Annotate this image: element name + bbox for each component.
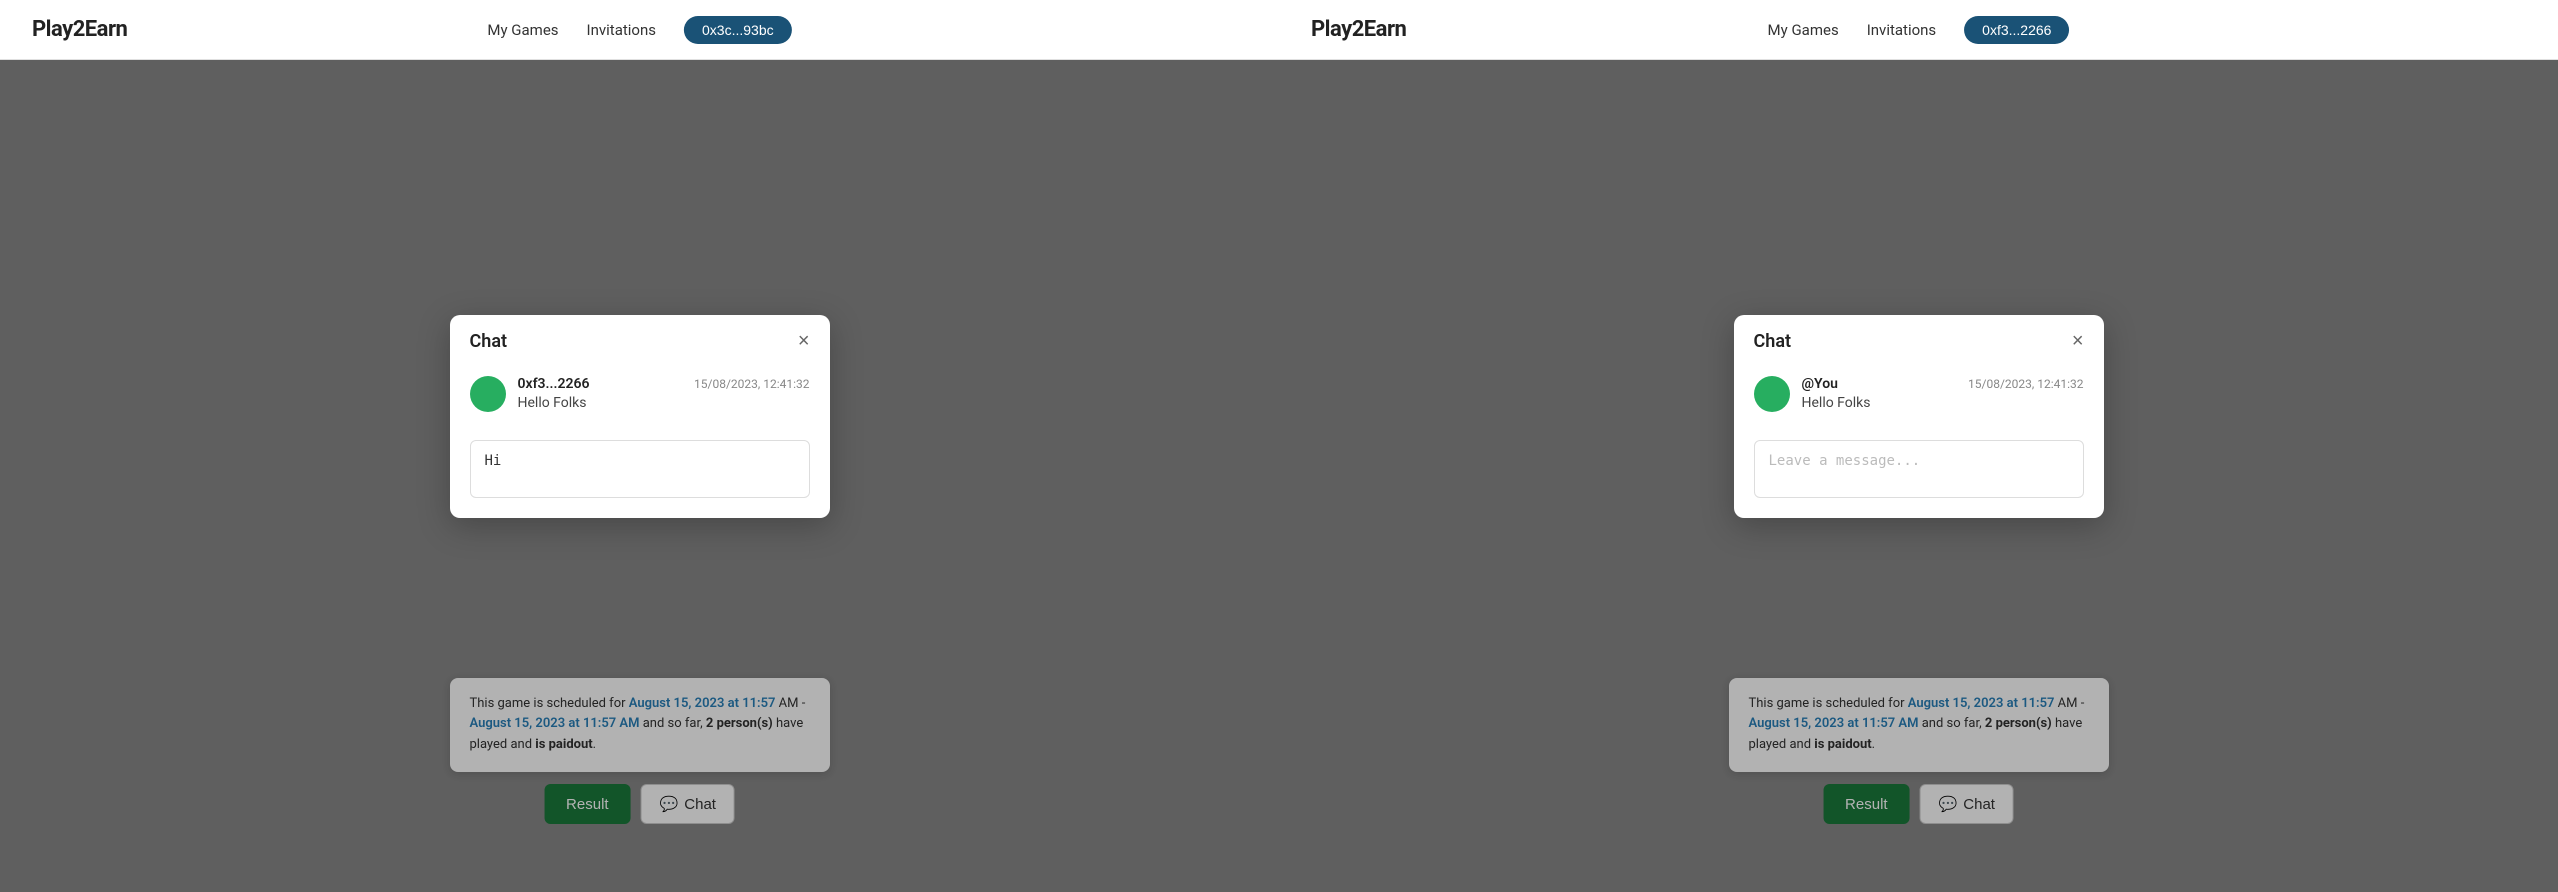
right-message-sender: @You <box>1802 376 1838 392</box>
right-message-text: Hello Folks <box>1802 395 2084 411</box>
left-avatar <box>470 376 506 412</box>
right-modal-title: Chat <box>1754 331 1792 352</box>
left-message-sender: 0xf3...2266 <box>518 376 590 392</box>
left-message-time: 15/08/2023, 12:41:32 <box>694 377 809 391</box>
left-message-meta: 0xf3...2266 15/08/2023, 12:41:32 <box>518 376 810 392</box>
right-wallet-button[interactable]: 0xf3...2266 <box>1964 16 2069 44</box>
left-chat-input[interactable]: Hi <box>470 440 810 498</box>
left-chat-message: 0xf3...2266 15/08/2023, 12:41:32 Hello F… <box>450 364 830 428</box>
left-chat-modal: Chat × 0xf3...2266 15/08/2023, 12:41:32 … <box>450 315 830 518</box>
right-message-time: 15/08/2023, 12:41:32 <box>1968 377 2083 391</box>
left-logo: Play2Earn <box>32 17 127 42</box>
left-nav-invitations[interactable]: Invitations <box>587 21 656 39</box>
left-chat-input-area: Hi <box>450 428 830 518</box>
left-message-text: Hello Folks <box>518 395 810 411</box>
right-message-meta: @You 15/08/2023, 12:41:32 <box>1802 376 2084 392</box>
left-modal-header: Chat × <box>450 315 830 364</box>
left-nav-my-games[interactable]: My Games <box>487 21 558 39</box>
left-modal-overlay: Chat × 0xf3...2266 15/08/2023, 12:41:32 … <box>0 60 1279 892</box>
left-wallet-button[interactable]: 0x3c...93bc <box>684 16 792 44</box>
right-header: Play2Earn My Games Invitations 0xf3...22… <box>1279 0 2558 60</box>
right-avatar <box>1754 376 1790 412</box>
left-message-content: 0xf3...2266 15/08/2023, 12:41:32 Hello F… <box>518 376 810 411</box>
left-modal-title: Chat <box>470 331 508 352</box>
left-panel: Play2Earn My Games Invitations 0x3c...93… <box>0 0 1279 892</box>
right-message-content: @You 15/08/2023, 12:41:32 Hello Folks <box>1802 376 2084 411</box>
right-chat-input-area <box>1734 428 2104 518</box>
right-modal-overlay: Chat × @You 15/08/2023, 12:41:32 Hello F… <box>1279 60 2558 892</box>
right-main: Chat × @You 15/08/2023, 12:41:32 Hello F… <box>1279 60 2558 892</box>
right-nav-invitations[interactable]: Invitations <box>1867 21 1936 39</box>
left-nav: My Games Invitations 0x3c...93bc <box>487 16 791 44</box>
right-panel: Play2Earn My Games Invitations 0xf3...22… <box>1279 0 2558 892</box>
left-main: Chat × 0xf3...2266 15/08/2023, 12:41:32 … <box>0 60 1279 892</box>
right-chat-input[interactable] <box>1754 440 2084 498</box>
left-modal-close-button[interactable]: × <box>798 331 810 351</box>
right-modal-close-button[interactable]: × <box>2072 331 2084 351</box>
left-header: Play2Earn My Games Invitations 0x3c...93… <box>0 0 1279 60</box>
right-nav-my-games[interactable]: My Games <box>1768 21 1839 39</box>
right-modal-header: Chat × <box>1734 315 2104 364</box>
right-logo: Play2Earn <box>1311 17 1406 42</box>
right-nav: My Games Invitations 0xf3...2266 <box>1768 16 2070 44</box>
right-chat-modal: Chat × @You 15/08/2023, 12:41:32 Hello F… <box>1734 315 2104 518</box>
right-chat-message: @You 15/08/2023, 12:41:32 Hello Folks <box>1734 364 2104 428</box>
